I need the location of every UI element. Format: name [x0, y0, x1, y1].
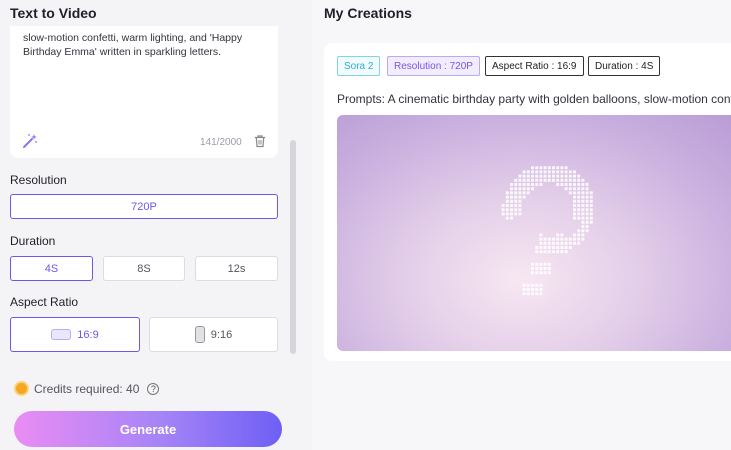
- aspect-ratio-option-label: 16:9: [77, 328, 99, 341]
- creation-card[interactable]: Sora 2 Resolution : 720P Aspect Ratio : …: [324, 43, 731, 361]
- help-icon[interactable]: ?: [147, 382, 160, 395]
- resolution-option-720p[interactable]: 720P: [10, 194, 278, 219]
- aspect-ratio-option-9-16[interactable]: 9:16: [149, 317, 278, 352]
- coin-icon: [14, 381, 29, 396]
- resolution-label: Resolution: [10, 173, 67, 187]
- duration-option-12s[interactable]: 12s: [195, 256, 278, 281]
- duration-option-label: 4S: [44, 262, 59, 275]
- duration-tag: Duration : 4S: [588, 56, 661, 76]
- credits-info: Credits required: 40 ?: [14, 381, 160, 396]
- loading-dots-icon: [501, 166, 593, 296]
- prompt-text[interactable]: slow-motion confetti, warm lighting, and…: [23, 31, 263, 59]
- duration-option-4s[interactable]: 4S: [10, 256, 93, 281]
- aspect-ratio-label: Aspect Ratio: [10, 295, 79, 309]
- portrait-ratio-icon: [194, 326, 205, 343]
- duration-option-label: 8S: [137, 262, 151, 275]
- landscape-ratio-icon: [51, 329, 72, 340]
- aspect-ratio-option-16-9[interactable]: 16:9: [10, 317, 140, 352]
- credits-text: Credits required: 40: [34, 381, 140, 396]
- resolution-tag: Resolution : 720P: [387, 56, 480, 76]
- aspect-ratio-option-label: 9:16: [210, 328, 233, 341]
- aspect-ratio-tag: Aspect Ratio : 16:9: [485, 56, 584, 76]
- prompt-line: Prompts: A cinematic birthday party with…: [337, 92, 731, 106]
- left-panel: Text to Video slow-motion confetti, warm…: [0, 0, 298, 450]
- panel-title: Text to Video: [10, 5, 97, 21]
- model-tag: Sora 2: [337, 56, 381, 76]
- char-counter: 141/2000: [200, 137, 242, 148]
- generate-button[interactable]: Generate: [14, 411, 282, 447]
- creations-title: My Creations: [324, 5, 412, 21]
- trash-icon[interactable]: [253, 134, 267, 148]
- duration-option-label: 12s: [227, 262, 246, 275]
- magic-wand-icon[interactable]: [22, 133, 38, 149]
- scrollbar[interactable]: [290, 140, 296, 354]
- duration-label: Duration: [10, 234, 56, 248]
- duration-option-8s[interactable]: 8S: [103, 256, 185, 281]
- prompt-textarea[interactable]: slow-motion confetti, warm lighting, and…: [10, 26, 278, 158]
- resolution-option-label: 720P: [131, 200, 157, 213]
- right-panel: My Creations Sora 2 Resolution : 720P As…: [312, 0, 731, 450]
- video-preview[interactable]: [337, 115, 731, 351]
